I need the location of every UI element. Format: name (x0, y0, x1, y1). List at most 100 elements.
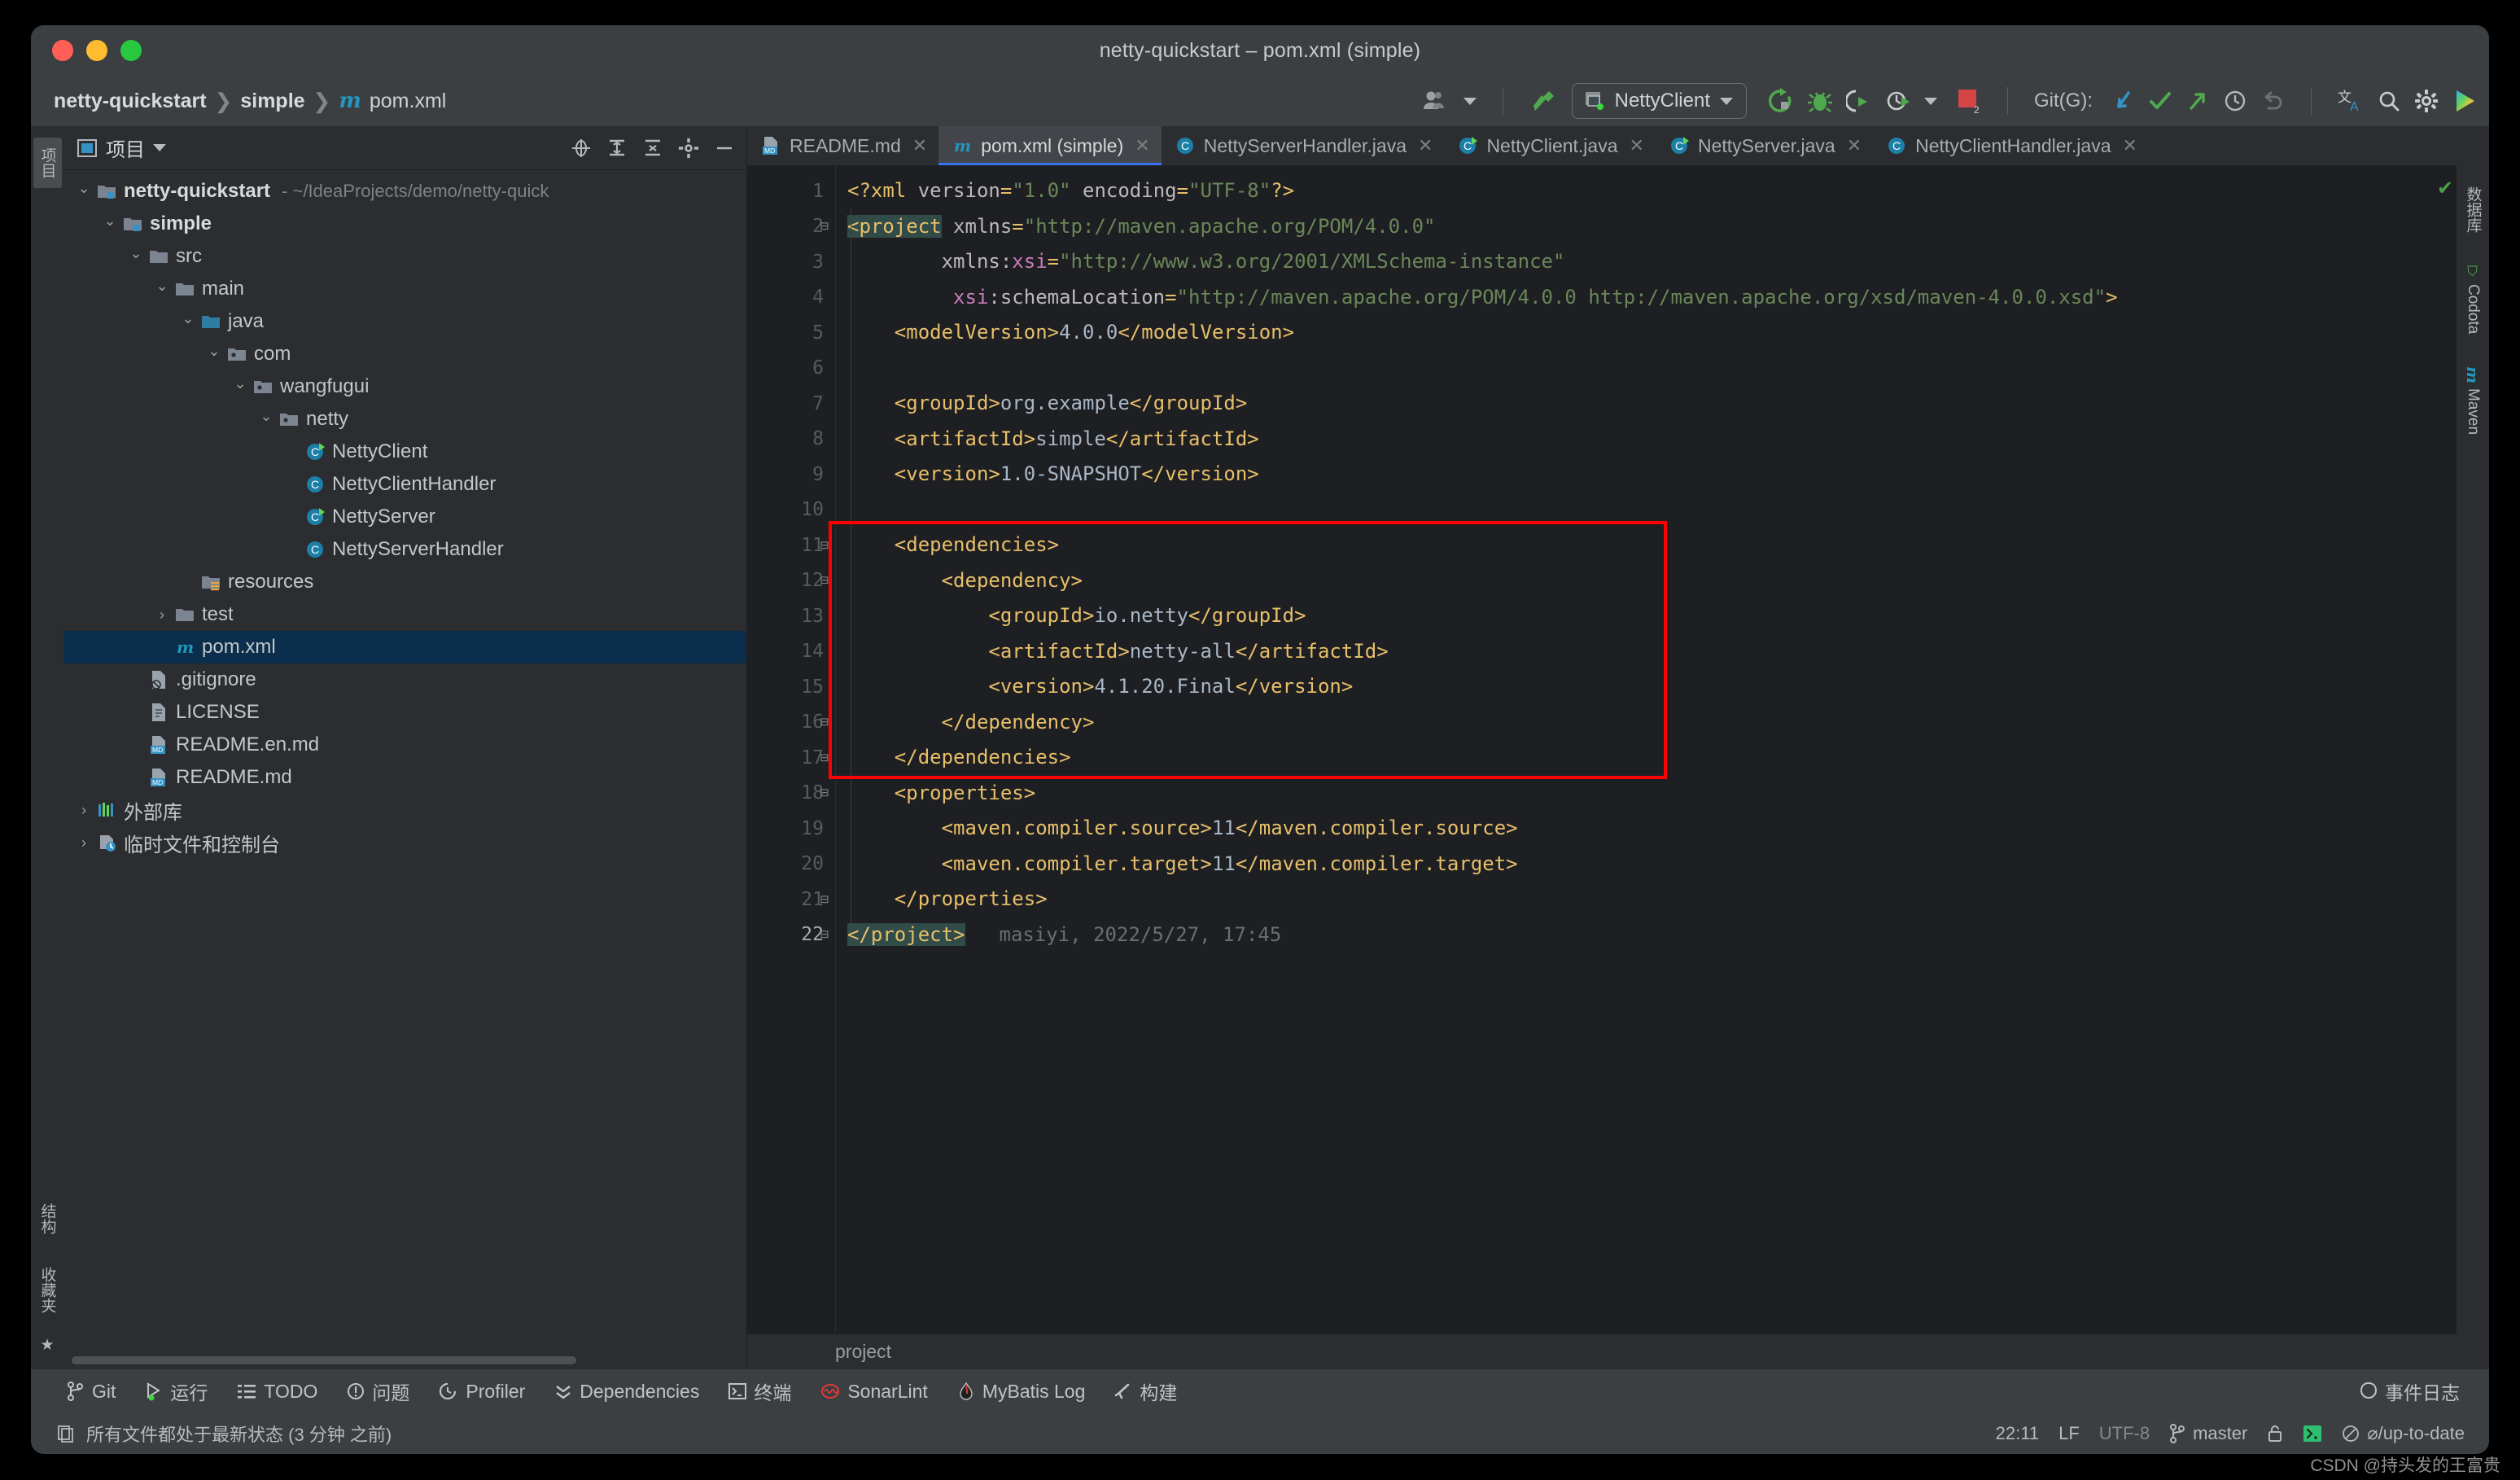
code-line[interactable]: xsi:schemaLocation="http://maven.apache.… (836, 280, 2434, 316)
chevron-down-icon[interactable]: ⌄ (99, 212, 120, 230)
more-run-caret-icon[interactable] (1924, 98, 1937, 105)
chevron-down-icon[interactable]: ⌄ (151, 278, 173, 295)
collapse-all-icon[interactable] (642, 138, 663, 159)
tree-node[interactable]: ›外部库 (63, 794, 746, 826)
unlock-icon[interactable] (2257, 1425, 2293, 1443)
code-fold-toggle-icon[interactable]: ⊟ (816, 891, 833, 909)
line-separator[interactable]: LF (2049, 1423, 2089, 1444)
update-project-icon[interactable] (2111, 89, 2135, 113)
code-line[interactable] (836, 493, 2434, 528)
project-scope-caret-icon[interactable] (153, 144, 166, 151)
tree-node[interactable]: CNettyServer (63, 501, 746, 533)
bottom-tool-Dependencies[interactable]: Dependencies (540, 1381, 714, 1403)
history-icon[interactable] (2223, 89, 2247, 113)
chevron-right-icon[interactable]: › (151, 606, 173, 624)
code-line[interactable]: <dependencies> (836, 528, 2434, 563)
chevron-right-icon[interactable]: › (73, 834, 94, 852)
search-icon[interactable] (2377, 89, 2401, 113)
rail-item-structure[interactable]: 结构 (33, 1193, 62, 1244)
chevron-down-icon[interactable]: ⌄ (177, 310, 199, 327)
code-line[interactable]: <version>1.0-SNAPSHOT</version> (836, 457, 2434, 493)
code-line[interactable]: xmlns:xsi="http://www.w3.org/2001/XMLSch… (836, 244, 2434, 280)
debug-icon[interactable] (1807, 88, 1833, 114)
code-line[interactable]: <groupId>io.netty</groupId> (836, 598, 2434, 634)
code-line[interactable]: <groupId>org.example</groupId> (836, 386, 2434, 422)
tree-node[interactable]: ⌄netty (63, 403, 746, 436)
tree-node[interactable]: CNettyServerHandler (63, 533, 746, 566)
user-caret-icon[interactable] (1463, 98, 1477, 105)
settings-gear-icon[interactable] (2414, 89, 2439, 113)
close-tab-icon[interactable]: ✕ (1135, 135, 1149, 156)
code-line[interactable]: </dependencies> (836, 740, 2434, 776)
bottom-tool-Git[interactable]: Git (52, 1381, 130, 1403)
tree-node[interactable]: ⌄netty-quickstart- ~/IdeaProjects/demo/n… (63, 175, 746, 208)
project-tree[interactable]: ⌄netty-quickstart- ~/IdeaProjects/demo/n… (63, 170, 746, 1369)
run-configuration-selector[interactable]: NettyClient (1572, 83, 1747, 119)
chevron-down-icon[interactable]: ⌄ (230, 375, 251, 392)
hide-panel-icon[interactable] (714, 138, 735, 159)
code-line[interactable]: <version>4.1.20.Final</version> (836, 669, 2434, 705)
chevron-down-icon[interactable]: ⌄ (73, 180, 94, 197)
editor-tab[interactable]: MDREADME.md✕ (747, 126, 938, 165)
tree-node[interactable]: .gitignore (63, 663, 746, 696)
tree-node[interactable]: resources (63, 566, 746, 598)
code-line[interactable]: <project xmlns="http://maven.apache.org/… (836, 209, 2434, 245)
editor-tab[interactable]: mpom.xml (simple)✕ (938, 126, 1162, 165)
rail-item-bookmarks[interactable]: 收藏夹 (33, 1257, 62, 1323)
tree-node[interactable]: ⌄src (63, 240, 746, 273)
editor-tab[interactable]: CNettyServer.java✕ (1656, 126, 1873, 165)
tree-node[interactable]: ›test (63, 598, 746, 631)
file-encoding[interactable]: UTF-8 (2089, 1423, 2159, 1444)
code-line[interactable]: </properties> (836, 882, 2434, 917)
editor-tab[interactable]: CNettyClientHandler.java✕ (1873, 126, 2149, 165)
chevron-down-icon[interactable]: ⌄ (203, 343, 225, 360)
close-tab-icon[interactable]: ✕ (2122, 135, 2137, 156)
stop-icon[interactable]: 2 (1957, 88, 1981, 114)
bottom-tool-构建[interactable]: 构建 (1100, 1377, 1192, 1405)
inspection-widget[interactable]: ⌀/up-to-date (2332, 1423, 2474, 1444)
tree-node[interactable]: mpom.xml (63, 631, 746, 663)
bottom-tool-问题[interactable]: 问题 (332, 1377, 424, 1405)
code-fold-toggle-icon[interactable]: ⊟ (816, 749, 833, 767)
tree-node[interactable]: CNettyClientHandler (63, 468, 746, 501)
push-icon[interactable] (2185, 89, 2210, 113)
code-line[interactable]: <properties> (836, 776, 2434, 812)
code-fold-toggle-icon[interactable]: ⊟ (816, 784, 833, 802)
code-fold-toggle-icon[interactable]: ⊟ (816, 571, 833, 589)
build-hammer-icon[interactable] (1529, 86, 1559, 116)
tree-node[interactable]: ⌄simple (63, 208, 746, 240)
chevron-down-icon[interactable] (1720, 98, 1733, 105)
close-tab-icon[interactable]: ✕ (1630, 135, 1644, 156)
tree-node[interactable]: ›临时文件和控制台 (63, 826, 746, 859)
bottom-tool-Profiler[interactable]: Profiler (424, 1381, 540, 1403)
commit-icon[interactable] (2148, 89, 2172, 113)
git-branch-widget[interactable]: master (2159, 1423, 2257, 1444)
rerun-icon[interactable] (1766, 87, 1794, 115)
chevron-right-icon[interactable]: › (73, 802, 94, 819)
tree-node[interactable]: ⌄wangfugui (63, 370, 746, 403)
gear-icon[interactable] (678, 138, 699, 159)
bottom-tool-运行[interactable]: 运行 (130, 1377, 222, 1405)
event-log-button[interactable]: 事件日志 (2345, 1377, 2474, 1405)
code-line[interactable]: <artifactId>netty-all</artifactId> (836, 634, 2434, 670)
close-tab-icon[interactable]: ✕ (1847, 135, 1862, 156)
tree-node[interactable]: MDREADME.md (63, 761, 746, 794)
code-fold-toggle-icon[interactable]: ⊟ (816, 926, 833, 944)
bottom-tool-TODO[interactable]: TODO (222, 1381, 332, 1403)
rail-item-codota[interactable]: ⛉ Codota (2461, 256, 2485, 344)
code-line[interactable]: <artifactId>simple</artifactId> (836, 422, 2434, 458)
tree-node[interactable]: ⌄com (63, 338, 746, 370)
code-line[interactable]: <maven.compiler.source>11</maven.compile… (836, 811, 2434, 847)
tree-node[interactable]: CNettyClient (63, 436, 746, 468)
user-avatar-icon[interactable] (1423, 89, 1450, 113)
editor-tab[interactable]: CNettyClient.java✕ (1444, 126, 1656, 165)
bottom-tool-终端[interactable]: 终端 (714, 1377, 806, 1405)
code-content[interactable]: <?xml version="1.0" encoding="UTF-8"?><p… (835, 165, 2434, 1333)
chevron-down-icon[interactable]: ⌄ (125, 245, 147, 262)
tree-node[interactable]: ⌄main (63, 273, 746, 305)
code-fold-toggle-icon[interactable]: ⊟ (816, 217, 833, 235)
code-line[interactable]: <maven.compiler.target>11</maven.compile… (836, 847, 2434, 882)
code-line[interactable]: </project>masiyi, 2022/5/27, 17:45 (836, 917, 2434, 953)
bottom-tool-MyBatis Log[interactable]: MyBatis Log (943, 1381, 1100, 1403)
breadcrumb-file[interactable]: pom.xml (370, 90, 446, 113)
